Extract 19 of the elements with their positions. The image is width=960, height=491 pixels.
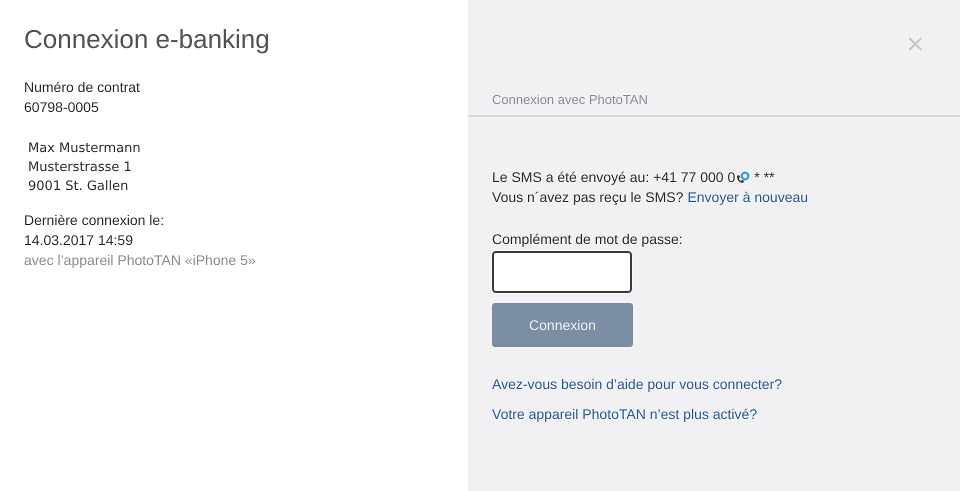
contract-number: 60798-0005 xyxy=(24,98,100,117)
sms-sent-text: Le SMS a été envoyé au: +41 77 000 0 xyxy=(492,168,736,187)
sms-not-received-text: Vous n´avez pas reçu le SMS? xyxy=(492,188,684,207)
last-login-device: avec l’appareil PhotoTAN «iPhone 5» xyxy=(24,251,257,270)
panel-heading: Connexion avec PhotoTAN xyxy=(492,92,648,107)
resend-link[interactable]: Envoyer à nouveau xyxy=(687,187,808,207)
page-title: Connexion e-banking xyxy=(24,24,271,55)
help-link[interactable]: Votre appareil PhotoTAN n’est plus activé? xyxy=(492,405,936,423)
last-login-label: Dernière connexion le: xyxy=(24,211,166,230)
address-line: 9001 St. Gallen xyxy=(28,178,130,196)
contract-label: Numéro de contrat xyxy=(24,78,141,97)
password-field[interactable] xyxy=(492,251,632,293)
masked-digits: * ** xyxy=(754,168,774,187)
customer-name: Max Mustermann xyxy=(28,140,142,158)
address-line: Musterstrasse 1 xyxy=(28,159,133,177)
phone-icon[interactable] xyxy=(736,170,750,184)
help-link[interactable]: Avez-vous besoin d’aide pour vous connecter? xyxy=(492,375,936,393)
field-label: Complément de mot de passe: xyxy=(492,230,684,249)
last-login-datetime: 14.03.2017 14:59 xyxy=(24,231,134,250)
